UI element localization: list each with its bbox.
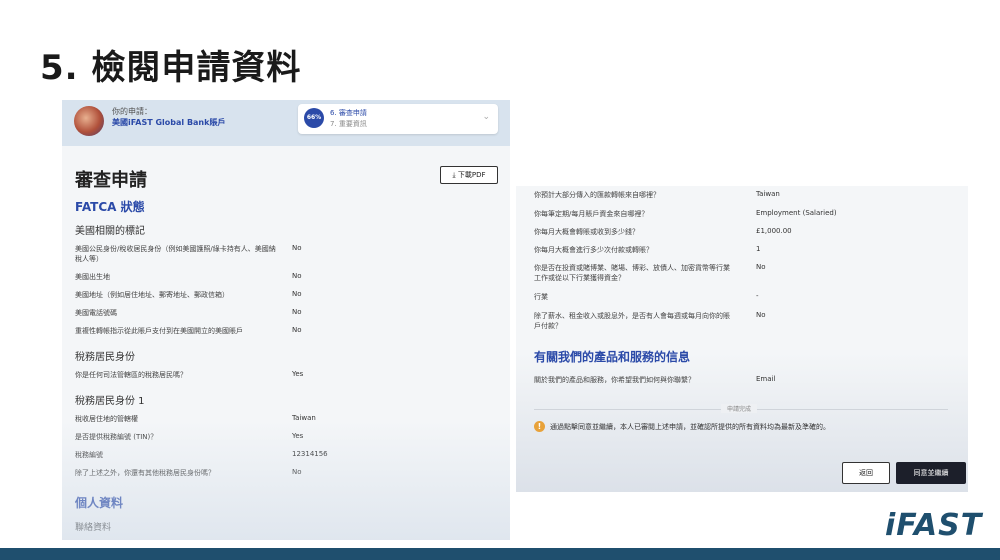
avatar bbox=[74, 106, 104, 136]
third-party-payment-question: 除了薪水、租金收入或股息外，是否有人會每週或每月向你的賬戶付款？ bbox=[534, 312, 730, 330]
contact-info-title: 聯絡資料 bbox=[75, 523, 112, 533]
industry-answer: - bbox=[756, 292, 759, 300]
tin-answer: 12314156 bbox=[292, 450, 328, 458]
application-label: 你的申請： bbox=[112, 107, 152, 116]
us-citizenship-answer: No bbox=[292, 244, 302, 252]
fatca-section-title: FATCA 狀態 bbox=[75, 200, 145, 214]
tax-residency-title: 稅務居民身份 bbox=[75, 352, 135, 363]
tax-residency-1-title: 稅務居民身份 1 bbox=[75, 396, 145, 407]
us-transfer-answer: No bbox=[292, 326, 302, 334]
remittance-source-answer: Taiwan bbox=[756, 190, 780, 198]
us-indicia-title: 美國相關的標記 bbox=[75, 226, 145, 237]
back-button[interactable]: 返回 bbox=[842, 462, 890, 484]
next-step-label: 7. 重要資訊 bbox=[330, 120, 367, 128]
us-phone-answer: No bbox=[292, 308, 302, 316]
us-address-answer: No bbox=[292, 290, 302, 298]
other-tax-residency-question: 除了上述之外，你還有其他稅務居民身份嗎？ bbox=[75, 469, 215, 477]
footer-bar bbox=[0, 548, 1000, 560]
confirmation-text: 通過點擊同意並繼續，本人已審閱上述申請，並確認所提供的所有資料均為最新及準確的。 bbox=[550, 423, 830, 431]
slide-title: 5. 檢閱申請資料 bbox=[40, 48, 302, 88]
current-step-label: 6. 審查申請 bbox=[330, 109, 367, 117]
us-address-question: 美國地址（例如居住地址、郵寄地址、郵政信箱） bbox=[75, 291, 229, 299]
progress-badge: 66% bbox=[304, 108, 324, 128]
review-panel-right: 你預計大部分傳入的匯款轉帳來自哪裡？ Taiwan 你每筆定期/每月賬戶資金來自… bbox=[516, 186, 968, 492]
monthly-amount-question: 你每月大概會轉賬或收到多少錢？ bbox=[534, 228, 639, 236]
other-tax-residency-answer: No bbox=[292, 468, 302, 476]
warning-icon: ! bbox=[534, 421, 545, 432]
us-birthplace-answer: No bbox=[292, 272, 302, 280]
chevron-down-icon: ⌄ bbox=[482, 112, 490, 122]
application-complete-label: 申請完成 bbox=[721, 404, 758, 413]
page-title: 審查申請 bbox=[75, 170, 147, 191]
application-name: 美國iFAST Global Bank賬戶 bbox=[112, 118, 226, 127]
step-progress-dropdown[interactable]: 66% 6. 審查申請 7. 重要資訊 ⌄ bbox=[298, 104, 498, 134]
monthly-amount-answer: £1,000.00 bbox=[756, 227, 792, 235]
us-phone-question: 美國電話號碼 bbox=[75, 309, 117, 317]
download-pdf-button[interactable]: ⤓ 下載PDF bbox=[440, 166, 498, 184]
high-risk-industry-answer: No bbox=[756, 263, 766, 271]
tax-residency-answer: Yes bbox=[292, 370, 304, 378]
brand-logo: iFAST bbox=[885, 508, 983, 543]
tax-jurisdiction-answer: Taiwan bbox=[292, 414, 316, 422]
products-section-title: 有關我們的產品和服務的信息 bbox=[534, 350, 691, 364]
download-pdf-label: 下載PDF bbox=[457, 171, 486, 179]
tin-provided-question: 是否提供稅務編號 (TIN)？ bbox=[75, 433, 158, 441]
contact-preference-question: 關於我們的產品和服務，你希望我們如何與你聯繫？ bbox=[534, 376, 695, 384]
monthly-count-question: 你每月大概會進行多少次付款或轉賬？ bbox=[534, 246, 653, 254]
us-transfer-question: 重複性轉帳指示從此賬戶支付到在美國開立的美國賬戶 bbox=[75, 327, 243, 335]
us-birthplace-question: 美國出生地 bbox=[75, 273, 110, 281]
personal-info-title: 個人資料 bbox=[75, 496, 124, 510]
tin-provided-answer: Yes bbox=[292, 432, 304, 440]
contact-preference-answer: Email bbox=[756, 375, 776, 383]
remittance-source-question: 你預計大部分傳入的匯款轉帳來自哪裡？ bbox=[534, 191, 660, 199]
tax-residency-question: 你是任何司法管轄區的稅務居民嗎？ bbox=[75, 371, 187, 379]
tax-jurisdiction-question: 稅收居住地的管轄權 bbox=[75, 415, 138, 423]
monthly-count-answer: 1 bbox=[756, 245, 761, 253]
funding-source-answer: Employment (Salaried) bbox=[756, 209, 837, 217]
us-citizenship-question: 美國公民身份/稅收居民身份（例如美國護照/綠卡持有人、美國納稅人等） bbox=[75, 245, 276, 263]
application-header: 你的申請： 美國iFAST Global Bank賬戶 66% 6. 審查申請 … bbox=[62, 100, 510, 146]
funding-source-question: 你每筆定期/每月賬戶資金來自哪裡？ bbox=[534, 210, 649, 218]
download-icon: ⤓ bbox=[452, 171, 456, 179]
high-risk-industry-question: 你是否在投資或賭博業、賭場、博彩、放債人、加密貨幣等行業工作或從以下行業獲得資金… bbox=[534, 264, 730, 282]
agree-continue-button[interactable]: 同意並繼續 bbox=[896, 462, 966, 484]
review-panel-left: 你的申請： 美國iFAST Global Bank賬戶 66% 6. 審查申請 … bbox=[62, 100, 510, 540]
industry-question: 行業 bbox=[534, 293, 548, 301]
tin-question: 稅務編號 bbox=[75, 451, 103, 459]
third-party-payment-answer: No bbox=[756, 311, 766, 319]
